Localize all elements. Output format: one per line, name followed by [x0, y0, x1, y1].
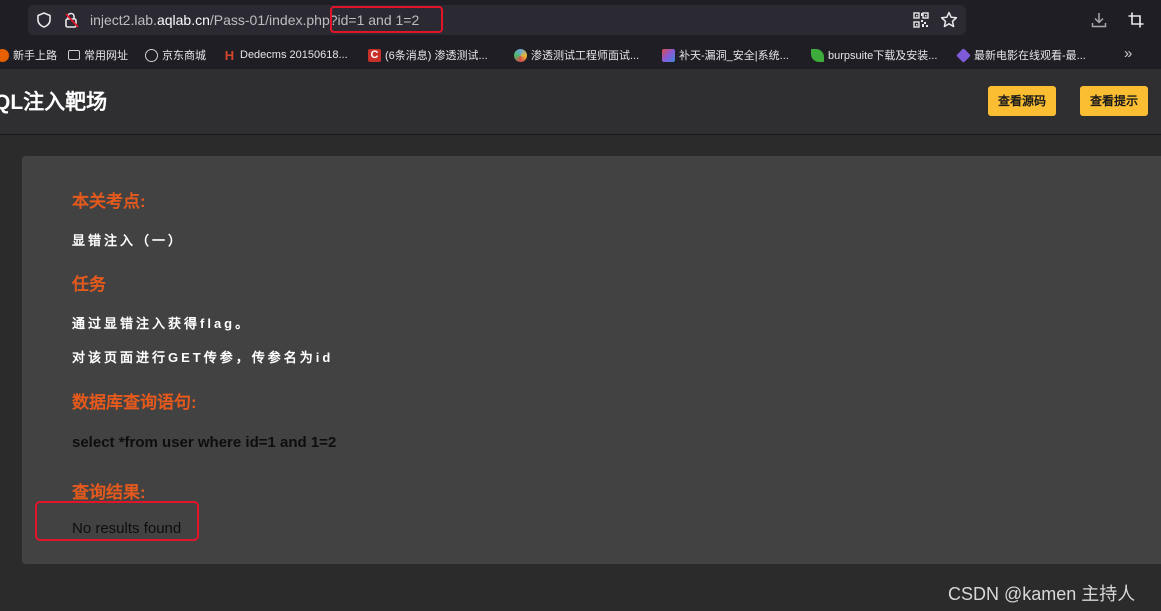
page-title: QL注入靶场 — [0, 91, 108, 114]
result-heading: 查询结果: — [72, 483, 146, 502]
topic-text: 显错注入（一） — [72, 233, 185, 248]
result-highlight-box — [35, 501, 199, 541]
task-heading: 任务 — [72, 275, 106, 294]
firefox-icon — [0, 48, 9, 62]
view-source-button[interactable]: 查看源码 — [988, 86, 1056, 116]
bookmark-item[interactable]: burpsuite下载及安装... — [811, 47, 937, 63]
folder-icon — [68, 50, 80, 60]
download-icon[interactable] — [1090, 11, 1108, 34]
url-prefix: inject2.lab. — [90, 12, 157, 28]
url-query-highlight-box — [330, 6, 443, 33]
bookmark-label: 新手上路 — [13, 50, 57, 62]
bookmark-item[interactable]: 京东商城 — [145, 47, 206, 63]
view-hint-button[interactable]: 查看提示 — [1080, 86, 1148, 116]
bookmark-label: 京东商城 — [162, 50, 206, 62]
bookmark-label: 最新电影在线观看-最... — [974, 50, 1086, 62]
qr-code-icon[interactable] — [913, 12, 929, 33]
bookmark-label: (6条消息) 渗透测试... — [385, 50, 488, 62]
gem-icon — [956, 47, 971, 63]
bookmark-item[interactable]: 补天-漏洞_安全|系统... — [662, 47, 789, 63]
h-icon: H — [224, 47, 235, 63]
lock-warning-icon[interactable] — [63, 11, 81, 34]
bookmark-label: Dedecms 20150618... — [240, 49, 348, 61]
query-statement: select *from user where id=1 and 1=2 — [72, 434, 337, 451]
globe-icon — [145, 48, 158, 62]
bookmark-folder[interactable]: 常用网址 — [68, 47, 128, 63]
shield-icon[interactable] — [36, 12, 52, 33]
bookmarks-overflow-chevron-icon[interactable]: » — [1124, 45, 1132, 62]
pinwheel-icon — [514, 48, 527, 62]
screenshot-crop-icon[interactable] — [1127, 11, 1145, 34]
bookmark-item[interactable]: 新手上路 — [0, 47, 57, 63]
topic-heading: 本关考点: — [72, 192, 146, 211]
bookmark-star-icon[interactable] — [940, 11, 958, 34]
leaf-icon — [811, 48, 824, 62]
bookmark-label: 渗透测试工程师面试... — [531, 50, 640, 62]
watermark: CSDN @kamen 主持人 — [948, 584, 1136, 604]
task-line-1: 通过显错注入获得flag。 — [72, 316, 252, 331]
bookmark-item[interactable]: 渗透测试工程师面试... — [514, 47, 639, 63]
bookmark-label: 常用网址 — [84, 50, 128, 62]
bookmark-item[interactable]: 最新电影在线观看-最... — [956, 47, 1086, 63]
task-line-2: 对该页面进行GET传参，传参名为id — [72, 350, 334, 365]
url-host: aqlab.cn — [156, 12, 210, 28]
bookmark-label: 补天-漏洞_安全|系统... — [679, 50, 789, 62]
query-heading: 数据库查询语句: — [72, 393, 197, 412]
star-mosaic-icon — [662, 48, 675, 62]
bookmark-item[interactable]: C (6条消息) 渗透测试... — [368, 47, 488, 63]
page-header — [0, 69, 1161, 135]
bookmark-item[interactable]: H Dedecms 20150618... — [223, 47, 348, 63]
bookmark-label: burpsuite下载及安装... — [828, 50, 938, 62]
url-path: /Pass-01/index.php — [209, 12, 330, 28]
csdn-c-icon: C — [368, 48, 381, 62]
